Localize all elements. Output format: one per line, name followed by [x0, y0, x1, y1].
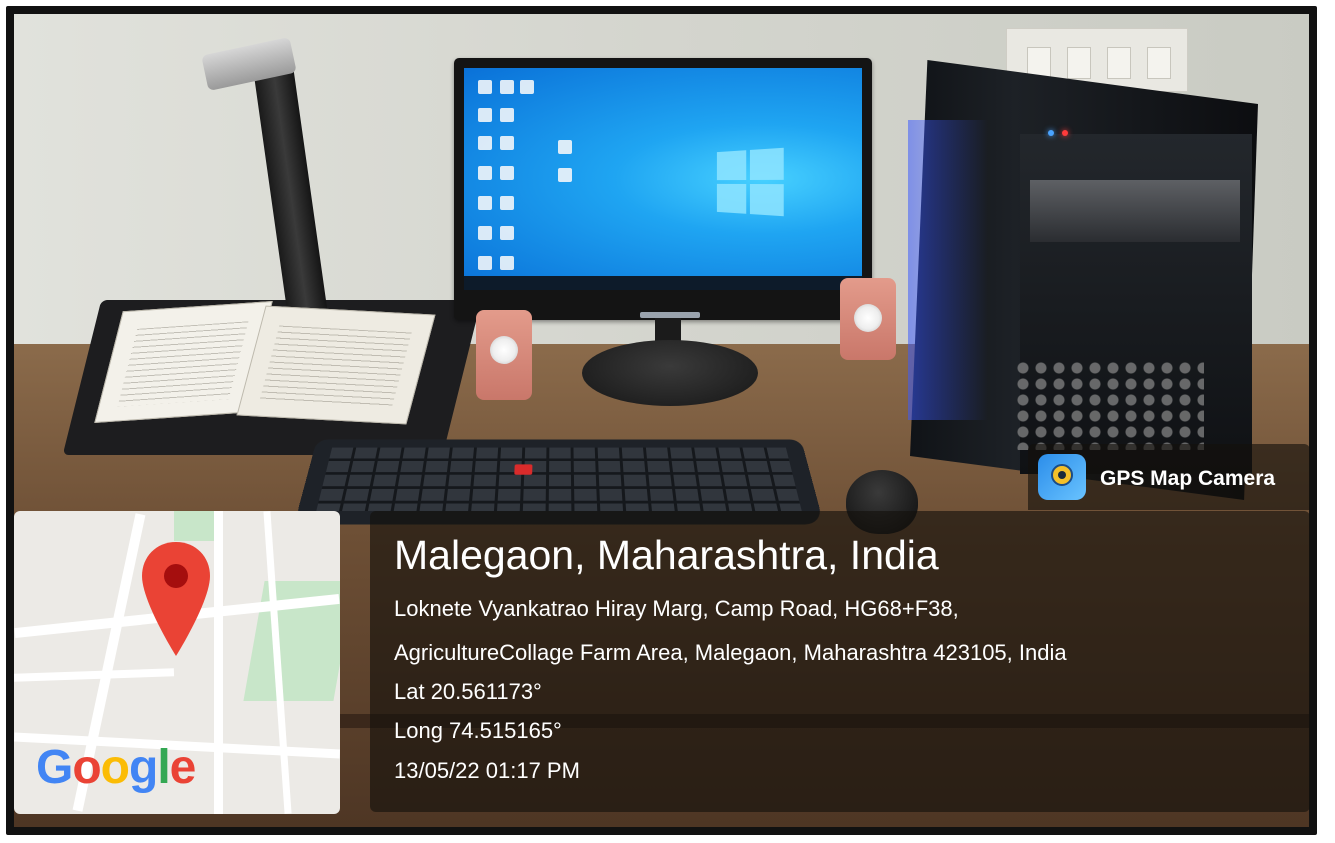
address-line-2: AgricultureCollage Farm Area, Malegaon, … [394, 640, 1067, 665]
latitude-text: Lat 20.561173° [394, 679, 542, 704]
google-letter: o [100, 741, 130, 794]
monitor-stand-base [582, 340, 758, 406]
taskbar [464, 276, 862, 290]
open-book [94, 301, 436, 426]
cpu-blue-glow [908, 120, 988, 420]
google-letter: G [36, 741, 73, 794]
location-title: Malegaon, Maharashtra, India [394, 532, 939, 578]
cpu-drive-bay [1030, 180, 1240, 242]
cpu-hdd-led [1062, 130, 1068, 136]
location-pin-icon [142, 542, 210, 656]
monitor-screen [464, 68, 862, 290]
longitude-text: Long 74.515165° [394, 718, 562, 743]
google-letter: e [169, 741, 197, 794]
cpu-power-led [1048, 130, 1054, 136]
datetime-text: 13/05/22 01:17 PM [394, 758, 580, 783]
speaker-left [476, 310, 532, 400]
google-letter: o [72, 741, 101, 794]
book-page-right [236, 305, 436, 425]
red-key [514, 464, 533, 475]
google-letter: g [129, 741, 158, 794]
google-letter: l [157, 741, 170, 794]
gps-map-camera-icon [1038, 454, 1086, 500]
monitor [454, 58, 872, 320]
speaker-right [840, 278, 896, 360]
cpu-hex-grille [1014, 360, 1204, 450]
address-line-1: Loknete Vyankatrao Hiray Marg, Camp Road… [394, 596, 959, 621]
app-name-label: GPS Map Camera [1100, 467, 1276, 490]
google-logo: Google [36, 740, 197, 795]
windows-logo-icon [716, 147, 786, 217]
